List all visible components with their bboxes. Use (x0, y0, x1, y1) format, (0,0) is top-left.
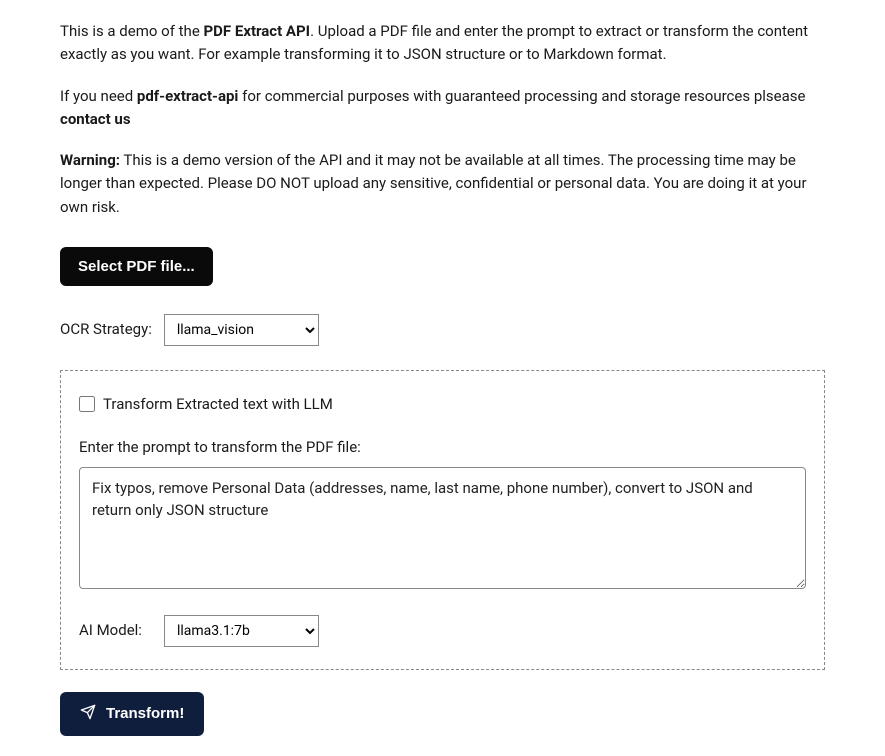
warning-paragraph: Warning: This is a demo version of the A… (60, 149, 825, 219)
ocr-strategy-row: OCR Strategy: llama_vision (60, 314, 825, 346)
prompt-textarea[interactable]: Fix typos, remove Personal Data (address… (79, 467, 806, 589)
transform-llm-checkbox-label[interactable]: Transform Extracted text with LLM (103, 393, 333, 416)
ai-model-label: AI Model: (79, 619, 142, 642)
ocr-strategy-label: OCR Strategy: (60, 318, 152, 341)
prompt-label: Enter the prompt to transform the PDF fi… (79, 436, 806, 459)
transform-checkbox-row: Transform Extracted text with LLM (79, 393, 806, 416)
ai-model-row: AI Model: llama3.1:7b (79, 615, 806, 647)
api-name-bold: pdf-extract-api (137, 87, 238, 105)
transform-panel: Transform Extracted text with LLM Enter … (60, 370, 825, 670)
ai-model-select[interactable]: llama3.1:7b (164, 615, 319, 647)
warning-label: Warning: (60, 151, 120, 169)
transform-llm-checkbox[interactable] (79, 396, 95, 412)
ocr-strategy-select[interactable]: llama_vision (164, 314, 319, 346)
select-pdf-button[interactable]: Select PDF file... (60, 247, 213, 286)
transform-button-label: Transform! (106, 705, 184, 722)
warning-text: This is a demo version of the API and it… (60, 151, 807, 216)
contact-us-link[interactable]: contact us (60, 110, 131, 128)
transform-button[interactable]: Transform! (60, 692, 204, 736)
api-name-bold: PDF Extract API (204, 22, 311, 40)
intro-paragraph-1: This is a demo of the PDF Extract API. U… (60, 20, 825, 67)
intro-text: for commercial purposes with guaranteed … (238, 87, 805, 105)
intro-paragraph-2: If you need pdf-extract-api for commerci… (60, 85, 825, 132)
send-icon (80, 704, 96, 724)
intro-text: This is a demo of the (60, 22, 204, 40)
intro-text: If you need (60, 87, 137, 105)
